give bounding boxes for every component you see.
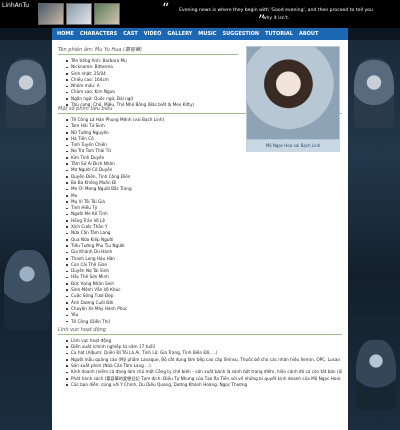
profile-list: Tên tiếng Anh: Barbara Mu Nickname: Bitt… bbox=[58, 58, 238, 108]
nav-gallery[interactable]: GALLERY bbox=[167, 31, 192, 37]
main-content: Tên phiên âm: Mu Yu Hua (慕容華) Tên tiếng … bbox=[52, 40, 348, 430]
header-thumbnail[interactable] bbox=[66, 3, 92, 25]
nav-about[interactable]: ABOUT bbox=[299, 31, 318, 37]
activities-title: Lĩnh vực hoạt động bbox=[58, 327, 342, 335]
nav-cast[interactable]: CAST bbox=[123, 31, 138, 37]
right-side-artwork bbox=[348, 40, 400, 430]
nav-home[interactable]: HOME bbox=[57, 31, 74, 37]
nav-characters[interactable]: CHARACTERS bbox=[80, 31, 117, 37]
character-figure bbox=[356, 340, 396, 410]
main-nav: HOME CHARACTERS CAST VIDEO GALLERY MUSIC… bbox=[52, 28, 348, 40]
site-logo[interactable]: LinhAnTu bbox=[2, 2, 29, 9]
character-figure bbox=[6, 58, 46, 128]
quote-close-mark: ” bbox=[258, 13, 266, 29]
activities-section: Lĩnh vực hoạt động Lĩnh vực hoạt động Di… bbox=[58, 327, 342, 388]
nav-music[interactable]: MUSIC bbox=[198, 31, 216, 37]
header-quote: Evening news is where they begin with 'G… bbox=[179, 8, 373, 21]
nav-suggestion[interactable]: SUGGESTION bbox=[222, 31, 259, 37]
header-thumbnail[interactable] bbox=[38, 3, 64, 25]
left-side-artwork bbox=[0, 40, 52, 430]
header-thumbnail[interactable] bbox=[94, 3, 120, 25]
list-item: Tế Công (Diễn Thí) bbox=[66, 319, 342, 325]
nav-video[interactable]: VIDEO bbox=[144, 31, 162, 37]
profile-section: Tên phiên âm: Mu Yu Hua (慕容華) Tên tiếng … bbox=[58, 46, 342, 152]
site-header: LinhAnTu “ Evening news is where they be… bbox=[0, 0, 400, 28]
profile-title: Tên phiên âm: Mu Yu Hua (慕容華) bbox=[58, 46, 238, 55]
films-section: Một số phim tiêu biểu Tế Công Lá Hán Phụ… bbox=[58, 106, 342, 325]
activities-list: Lĩnh vực hoạt động Diễn xuất (chính nghi… bbox=[58, 338, 342, 388]
header-thumbnails bbox=[38, 3, 120, 25]
quote-open-mark: “ bbox=[162, 1, 170, 17]
list-item: Các bạn diễn: cùng với Y Chính, Du Diêu … bbox=[66, 382, 342, 388]
character-figure bbox=[4, 250, 50, 330]
character-figure bbox=[354, 58, 394, 128]
nav-tutorial[interactable]: TUTORIAL bbox=[265, 31, 293, 37]
list-item: Thú cưng: Chó, Miêu, Thỏ Nhỏ Bông (Bác b… bbox=[66, 102, 238, 108]
films-list: Tế Công Lá Hán Phụng Mệnh (vai Bạch Linh… bbox=[58, 117, 342, 325]
